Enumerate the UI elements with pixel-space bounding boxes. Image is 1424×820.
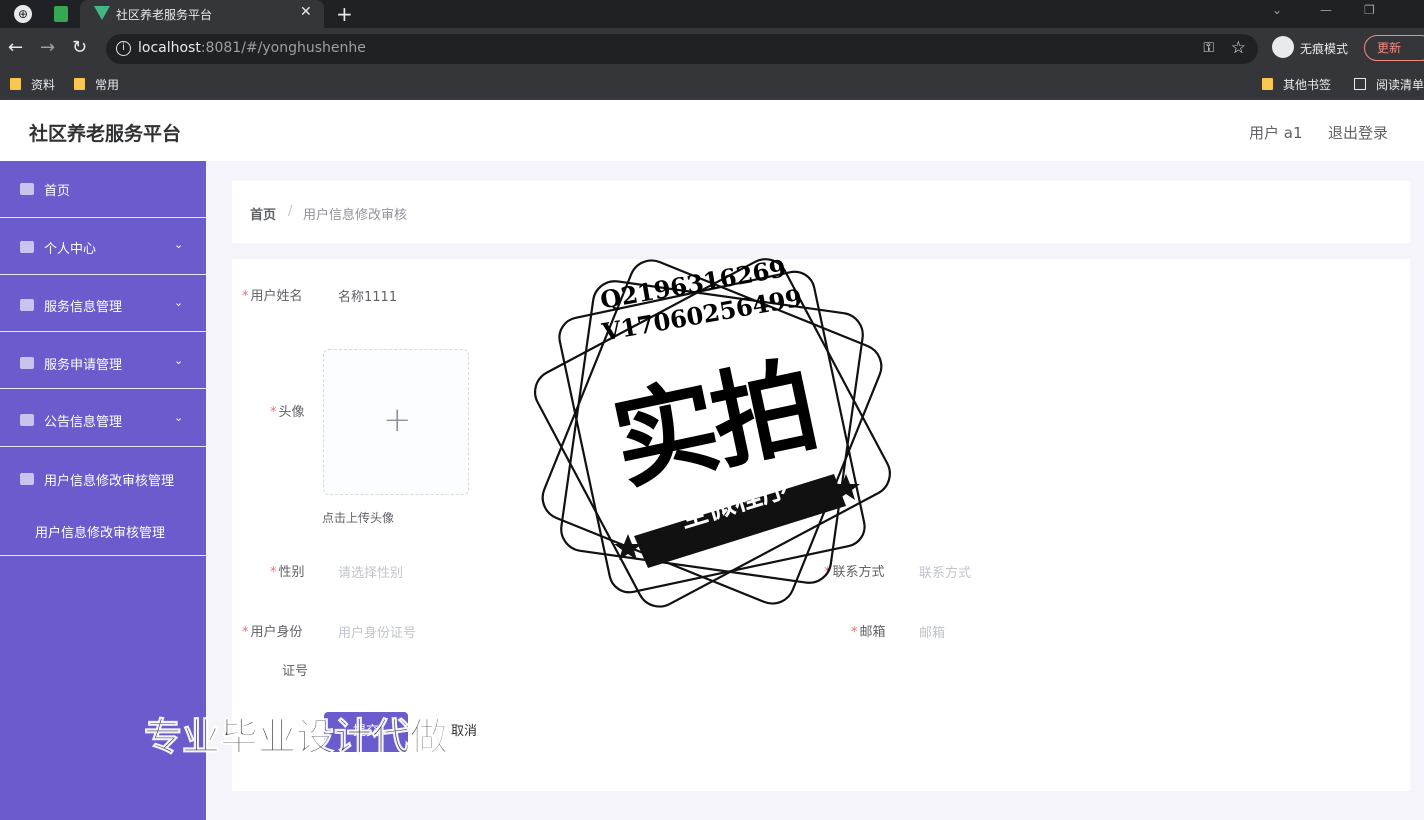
url-path: :8081/#/yonghushenhe <box>200 40 366 56</box>
sidebar-item-label: 个人中心 <box>44 242 97 257</box>
user-icon <box>20 241 34 253</box>
chevron-down-icon: ⌄ <box>174 238 184 251</box>
sidebar-item-home[interactable]: 首页 <box>0 161 206 218</box>
gender-select[interactable]: 请选择性别 <box>338 562 403 581</box>
bookmarks-bar: 资料 常用 其他书签 阅读清单 <box>0 70 1424 100</box>
globe-icon[interactable]: ⊕ <box>14 5 32 23</box>
sidebar-subitem-user-info-review[interactable]: 用户信息修改审核管理 <box>35 522 165 541</box>
sidebar-item-label: 用户信息修改审核管理 <box>44 474 175 489</box>
reading-list-icon <box>1354 78 1366 90</box>
address-bar[interactable]: i localhost:8081/#/yonghushenhe ⚿ ☆ <box>106 34 1258 64</box>
folder-icon <box>74 78 85 90</box>
browser-tab-strip: ⊕ 社区养老服务平台 ✕ + ⌄ — ❐ <box>0 0 1424 28</box>
incognito-label: 无痕模式 <box>1300 42 1349 56</box>
upload-tip: 点击上传头像 <box>322 511 395 525</box>
reading-list[interactable]: 阅读清单 <box>1354 76 1424 93</box>
clipboard-icon <box>20 357 34 369</box>
plus-icon: + <box>383 400 412 440</box>
reading-list-label: 阅读清单 <box>1376 78 1424 92</box>
id-number-label-line2: 证号 <box>282 664 309 679</box>
breadcrumb-separator: / <box>288 204 293 219</box>
sidebar-item-label: 公告信息管理 <box>44 415 123 430</box>
list-icon <box>20 299 34 311</box>
key-icon[interactable]: ⚿ <box>1203 40 1214 56</box>
restore-icon[interactable]: ❐ <box>1364 3 1375 17</box>
list-icon <box>20 414 34 426</box>
sidebar-item-announcements[interactable]: 公告信息管理 ⌄ <box>0 390 206 447</box>
other-bookmarks-label: 其他书签 <box>1283 78 1332 92</box>
sidebar-item-label: 服务信息管理 <box>44 300 123 315</box>
bookmark-label: 常用 <box>95 78 120 92</box>
logout-link[interactable]: 退出登录 <box>1328 122 1388 143</box>
new-tab-icon[interactable]: + <box>336 2 353 26</box>
sidebar-item-service-application[interactable]: 服务申请管理 ⌄ <box>0 332 206 389</box>
email-field[interactable]: 邮箱 <box>919 622 945 641</box>
url-text[interactable]: localhost:8081/#/yonghushenhe <box>138 40 366 56</box>
sidebar-item-user-info-review[interactable]: 用户信息修改审核管理 用户信息修改审核管理 <box>0 448 206 556</box>
id-number-field[interactable]: 用户身份证号 <box>338 622 416 641</box>
info-icon[interactable]: i <box>116 41 131 56</box>
home-icon <box>20 183 34 195</box>
other-bookmarks[interactable]: 其他书签 <box>1262 76 1331 93</box>
watermark-bottom-text: 专业毕业设计代做 <box>143 715 449 760</box>
current-user: 用户 a1 <box>1249 124 1303 142</box>
url-host: localhost <box>138 40 201 56</box>
chevron-down-icon[interactable]: ⌄ <box>1272 3 1282 17</box>
username-field[interactable]: 名称1111 <box>338 286 397 305</box>
id-number-label: * 用户身份 <box>242 625 303 640</box>
breadcrumb-current: 用户信息修改审核 <box>303 208 408 223</box>
forward-icon[interactable]: → <box>40 37 55 58</box>
vue-logo-icon <box>94 6 110 20</box>
bookmark-star-icon[interactable]: ☆ <box>1231 38 1246 58</box>
bookmark-label: 资料 <box>31 78 56 92</box>
breadcrumb-home[interactable]: 首页 <box>250 204 276 223</box>
breadcrumb: 首页 / 用户信息修改审核 <box>232 181 1410 243</box>
tab-title: 社区养老服务平台 <box>116 8 213 22</box>
sheets-tab-icon[interactable] <box>54 6 68 22</box>
user-icon <box>20 473 34 485</box>
bookmark-folder-common[interactable]: 常用 <box>74 76 119 93</box>
chevron-down-icon: ⌄ <box>174 354 184 367</box>
app-title: 社区养老服务平台 <box>29 123 182 145</box>
browser-toolbar: ← → ↻ i localhost:8081/#/yonghushenhe ⚿ … <box>0 28 1424 70</box>
sidebar-item-service-info[interactable]: 服务信息管理 ⌄ <box>0 275 206 332</box>
folder-icon <box>10 78 21 90</box>
bookmark-folder-resources[interactable]: 资料 <box>10 76 55 93</box>
update-button[interactable]: 更新 <box>1364 35 1424 61</box>
chevron-down-icon: ⌄ <box>174 411 184 424</box>
sidebar-item-label: 服务申请管理 <box>44 358 123 373</box>
tab-close-icon[interactable]: ✕ <box>300 4 312 20</box>
app-header: 社区养老服务平台 用户 a1 退出登录 <box>0 100 1424 161</box>
chevron-down-icon: ⌄ <box>174 296 184 309</box>
contact-field[interactable]: 联系方式 <box>919 562 971 581</box>
minimize-icon[interactable]: — <box>1320 3 1332 17</box>
gender-label: * 性别 <box>270 565 305 580</box>
sidebar-item-personal-center[interactable]: 个人中心 ⌄ <box>0 218 206 275</box>
username-label: * 用户姓名 <box>242 289 303 304</box>
folder-icon <box>1262 78 1273 90</box>
back-icon[interactable]: ← <box>8 37 23 58</box>
reload-icon[interactable]: ↻ <box>72 37 87 58</box>
sidebar-item-label: 首页 <box>44 184 71 199</box>
avatar-label: * 头像 <box>270 405 305 420</box>
incognito-icon[interactable] <box>1272 36 1294 58</box>
avatar-uploader[interactable]: + <box>323 349 469 495</box>
